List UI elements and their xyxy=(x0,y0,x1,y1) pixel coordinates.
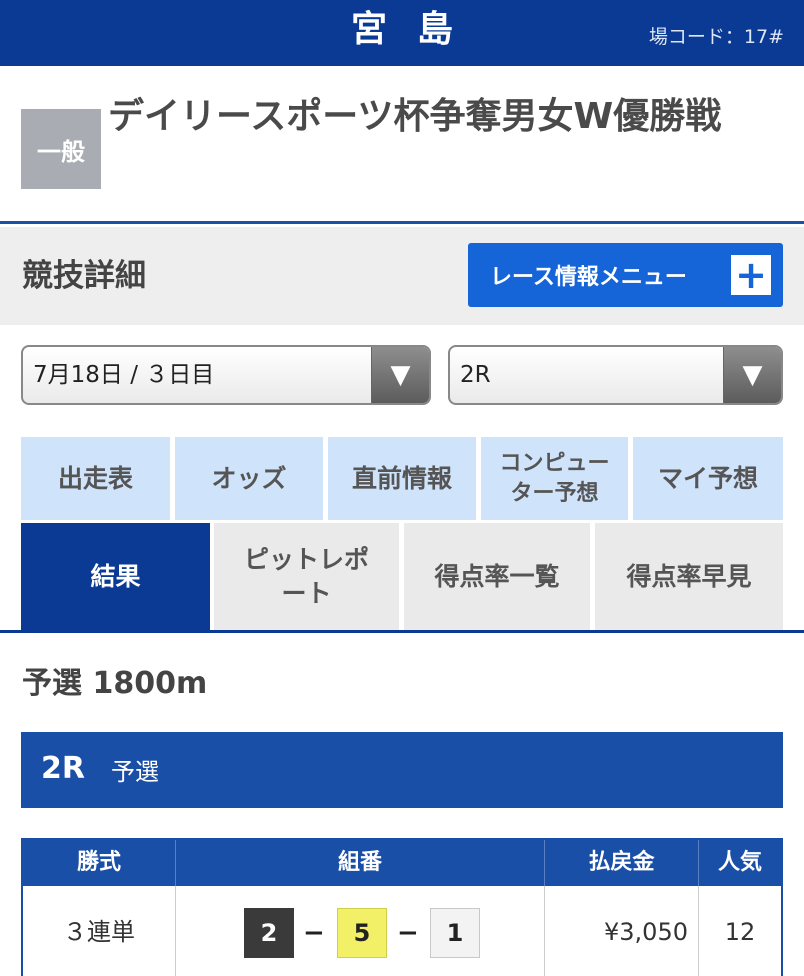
tab-entry-list[interactable]: 出走表 xyxy=(21,437,170,520)
date-select-value: 7月18日 / ３日目 xyxy=(33,362,215,388)
header-payout: 払戻金 xyxy=(545,840,699,886)
tab-pit-report[interactable]: ピットレポート xyxy=(214,523,399,630)
header-bar: 宮島 場コード：17# xyxy=(0,0,804,66)
tab-label: 直前情報 xyxy=(351,463,452,493)
race-class: 予選 xyxy=(111,758,159,786)
bet-type-cell: ３連単 xyxy=(23,886,176,976)
race-number: 2R xyxy=(41,751,85,786)
tab-odds[interactable]: オッズ xyxy=(175,437,323,520)
header-bet-type: 勝式 xyxy=(23,840,176,886)
tabs-divider xyxy=(0,630,804,633)
tab-label: 出走表 xyxy=(57,463,133,493)
results-table: 勝式 組番 払戻金 人気 ３連単 2 − 5 − 1 ¥3,050 12 xyxy=(21,838,783,976)
payout-cell: ¥3,050 xyxy=(545,886,699,976)
tab-label: マイ予想 xyxy=(657,463,758,493)
venue-code: 場コード：17# xyxy=(648,26,784,48)
triangle-down-icon: ▼ xyxy=(371,347,429,403)
tab-label: コンピューター予想 xyxy=(499,450,610,506)
race-header-bar: 2R 予選 xyxy=(21,732,783,808)
combo-first: 2 xyxy=(244,908,294,958)
tab-pre-race-info[interactable]: 直前情報 xyxy=(328,437,476,520)
tab-score-rate-quick[interactable]: 得点率早見 xyxy=(595,523,783,630)
popularity-cell: 12 xyxy=(724,918,756,946)
grade-badge: 一般 xyxy=(21,109,101,189)
race-info-menu-label: レース情報メニュー xyxy=(490,265,687,290)
tab-computer-prediction[interactable]: コンピューター予想 xyxy=(481,437,628,520)
race-name-section xyxy=(0,66,804,224)
combo-dash: − xyxy=(303,918,325,948)
plus-icon: + xyxy=(731,255,771,295)
race-select-value: 2R xyxy=(460,362,491,388)
tab-label: オッズ xyxy=(211,463,287,493)
combo-dash: − xyxy=(397,918,419,948)
race-distance: 予選 1800m xyxy=(22,666,208,701)
header-combination: 組番 xyxy=(176,840,545,886)
tab-results[interactable]: 結果 xyxy=(21,523,210,630)
tab-label: 結果 xyxy=(90,561,141,591)
race-title: デイリースポーツ杯争奪男女W優勝戦 xyxy=(108,96,722,137)
date-select[interactable]: 7月18日 / ３日目 ▼ xyxy=(21,345,431,405)
tab-label: ピットレポート xyxy=(243,544,369,608)
combo-third: 1 xyxy=(430,908,480,958)
tab-my-prediction[interactable]: マイ予想 xyxy=(633,437,783,520)
detail-bar: 競技詳細 レース情報メニュー + xyxy=(0,227,804,325)
tab-label: 得点率一覧 xyxy=(434,561,560,591)
combo-second: 5 xyxy=(337,908,387,958)
header-popularity: 人気 xyxy=(717,850,762,875)
race-select[interactable]: 2R ▼ xyxy=(448,345,783,405)
results-table-header: 勝式 組番 払戻金 人気 xyxy=(23,840,781,886)
tab-score-rate-list[interactable]: 得点率一覧 xyxy=(404,523,590,630)
triangle-down-icon: ▼ xyxy=(723,347,781,403)
tab-label: 得点率早見 xyxy=(626,561,752,591)
detail-title: 競技詳細 xyxy=(22,258,146,294)
race-info-menu-button[interactable]: レース情報メニュー + xyxy=(468,243,783,307)
